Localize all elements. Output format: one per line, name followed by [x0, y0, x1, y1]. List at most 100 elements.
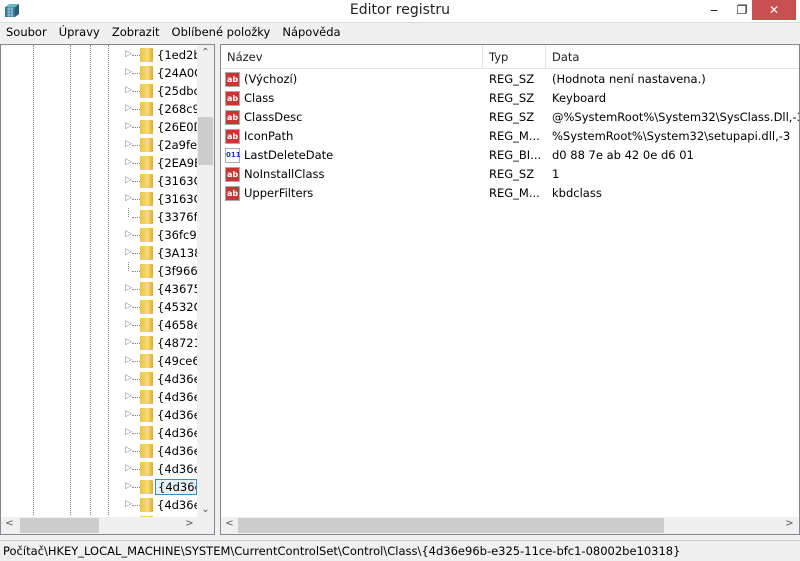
tree-item[interactable]: ▷ {3A138: [1, 244, 197, 262]
expand-arrow-icon[interactable]: ▷: [125, 193, 132, 203]
tree-item[interactable]: {3376f4: [1, 208, 197, 226]
status-bar-path: Počítač\HKEY_LOCAL_MACHINE\SYSTEM\Curren…: [0, 540, 800, 560]
tree-connector: [132, 397, 140, 398]
minimize-button[interactable]: ‒: [700, 0, 728, 20]
tree-connector: [132, 379, 140, 380]
tree-item[interactable]: ▷ {4d36e9: [1, 496, 197, 514]
expand-arrow-icon[interactable]: ▷: [125, 103, 132, 113]
column-name[interactable]: Název: [221, 45, 483, 69]
scroll-right-icon[interactable]: >: [181, 518, 198, 529]
tree-item[interactable]: ▷ {4d36e9: [1, 442, 197, 460]
tree-item[interactable]: ▷ {1ed2bl: [1, 46, 197, 64]
value-row[interactable]: ab IconPath REG_M... %SystemRoot%\System32\…: [221, 127, 799, 146]
menu-help[interactable]: Nápověda: [276, 23, 346, 42]
tree-vertical-scrollbar[interactable]: ⌃ ⌄: [197, 45, 214, 517]
expand-arrow-icon[interactable]: ▷: [125, 121, 132, 131]
column-type[interactable]: Typ: [483, 45, 546, 69]
scroll-left-icon[interactable]: <: [1, 518, 18, 529]
expand-arrow-icon[interactable]: ▷: [125, 499, 132, 509]
tree-item[interactable]: {3f966b: [1, 262, 197, 280]
expand-arrow-icon[interactable]: ▷: [125, 229, 132, 239]
key-tree[interactable]: ▷ {1ed2bl ▷ {24A0C ▷ {25dbc ▷ {268c95 ▷ {26E0D ▷ {2…: [0, 44, 215, 535]
scroll-down-icon[interactable]: ⌄: [197, 504, 214, 515]
expand-arrow-icon[interactable]: ▷: [125, 283, 132, 293]
tree-item[interactable]: ▷ {36fc9e: [1, 226, 197, 244]
scroll-up-icon[interactable]: ⌃: [197, 47, 214, 58]
tree-item[interactable]: ▷ {4d36e9: [1, 406, 197, 424]
tree-item[interactable]: ▷ {26E0D: [1, 118, 197, 136]
folder-icon: [140, 462, 153, 476]
tree-item-label: {4d36e9: [157, 462, 197, 476]
expand-arrow-icon[interactable]: ▷: [125, 175, 132, 185]
tree-item[interactable]: ▷ {4d36e9: [1, 460, 197, 478]
tree-item[interactable]: ▷ {4658ee: [1, 316, 197, 334]
value-row[interactable]: ab NoInstallClass REG_SZ 1: [221, 165, 799, 184]
tree-item[interactable]: ▷ {3163C: [1, 172, 197, 190]
expand-arrow-icon[interactable]: ▷: [125, 247, 132, 257]
tree-item[interactable]: ▷ {4532C: [1, 298, 197, 316]
expand-arrow-icon[interactable]: ▷: [125, 319, 132, 329]
expand-arrow-icon[interactable]: ▷: [125, 427, 132, 437]
tree-item[interactable]: ▷ {4d36e9: [1, 388, 197, 406]
menu-file[interactable]: Soubor: [0, 23, 53, 42]
tree-item[interactable]: ▷ {24A0C: [1, 64, 197, 82]
menu-favorites[interactable]: Oblíbené položky: [166, 23, 277, 42]
tree-connector: [132, 307, 140, 308]
expand-arrow-icon[interactable]: ▷: [125, 409, 132, 419]
tree-horizontal-scrollbar[interactable]: < >: [1, 517, 214, 534]
folder-icon: [140, 264, 153, 278]
value-name: ClassDesc: [244, 110, 303, 124]
expand-arrow-icon[interactable]: ▷: [125, 481, 132, 491]
list-hscroll-thumb[interactable]: [238, 518, 664, 533]
value-row[interactable]: ab Class REG_SZ Keyboard: [221, 89, 799, 108]
menu-view[interactable]: Zobrazit: [106, 23, 166, 42]
expand-arrow-icon[interactable]: ▷: [125, 67, 132, 77]
tree-item[interactable]: ▷ {268c95: [1, 100, 197, 118]
expand-arrow-icon[interactable]: ▷: [125, 391, 132, 401]
folder-icon: [140, 300, 153, 314]
value-row[interactable]: ab UpperFilters REG_M... kbdclass: [221, 184, 799, 203]
expand-arrow-icon[interactable]: ▷: [125, 301, 132, 311]
menu-edit[interactable]: Úpravy: [53, 23, 106, 42]
tree-item[interactable]: ▷ {25dbc: [1, 82, 197, 100]
folder-icon: [140, 390, 153, 404]
tree-item[interactable]: ▷ {3163C: [1, 190, 197, 208]
value-data: @%SystemRoot%\System32\SysClass.Dll,-300…: [552, 110, 800, 124]
expand-arrow-icon[interactable]: ▷: [125, 445, 132, 455]
tree-vscroll-thumb[interactable]: [198, 117, 213, 165]
tree-connector: [132, 487, 140, 488]
value-row[interactable]: 011 LastDeleteDate REG_BI... d0 88 7e ab 42…: [221, 146, 799, 165]
tree-item-label: {4d36e9: [155, 479, 197, 495]
expand-arrow-icon[interactable]: ▷: [125, 157, 132, 167]
expand-arrow-icon[interactable]: ▷: [125, 373, 132, 383]
tree-item[interactable]: ▷ {49ce6a: [1, 352, 197, 370]
expand-arrow-icon[interactable]: ▷: [125, 49, 132, 59]
expand-arrow-icon[interactable]: ▷: [125, 337, 132, 347]
folder-icon: [140, 354, 153, 368]
values-list[interactable]: Název Typ Data ab (Výchozí) REG_SZ (Hodnota…: [220, 44, 800, 535]
tree-item[interactable]: ▷ {2EA9B: [1, 154, 197, 172]
tree-connector: [128, 208, 129, 217]
tree-item[interactable]: ▷ {2a9fe5: [1, 136, 197, 154]
tree-item[interactable]: ▷ {43675c: [1, 280, 197, 298]
folder-icon: [140, 192, 153, 206]
tree-hscroll-thumb[interactable]: [20, 518, 99, 533]
value-row[interactable]: ab (Výchozí) REG_SZ (Hodnota není nastavena…: [221, 70, 799, 89]
expand-arrow-icon[interactable]: ▷: [125, 85, 132, 95]
scroll-left-icon[interactable]: <: [221, 518, 238, 529]
value-row[interactable]: ab ClassDesc REG_SZ @%SystemRoot%\System32\…: [221, 108, 800, 127]
tree-item[interactable]: ▷ {4d36e9: [1, 478, 197, 496]
tree-item[interactable]: ▷ {4d36e9: [1, 424, 197, 442]
expand-arrow-icon[interactable]: ▷: [125, 463, 132, 473]
tree-item-label: {3A138: [157, 246, 197, 260]
folder-icon: [140, 102, 153, 116]
tree-item[interactable]: ▷ {48721b: [1, 334, 197, 352]
list-horizontal-scrollbar[interactable]: < >: [221, 517, 799, 534]
tree-item[interactable]: ▷ {4d36e9: [1, 370, 197, 388]
tree-connector: [132, 217, 140, 218]
expand-arrow-icon[interactable]: ▷: [125, 139, 132, 149]
scroll-right-icon[interactable]: >: [781, 518, 798, 529]
expand-arrow-icon[interactable]: ▷: [125, 355, 132, 365]
close-button[interactable]: ✕: [752, 0, 796, 20]
column-data[interactable]: Data: [546, 45, 799, 69]
